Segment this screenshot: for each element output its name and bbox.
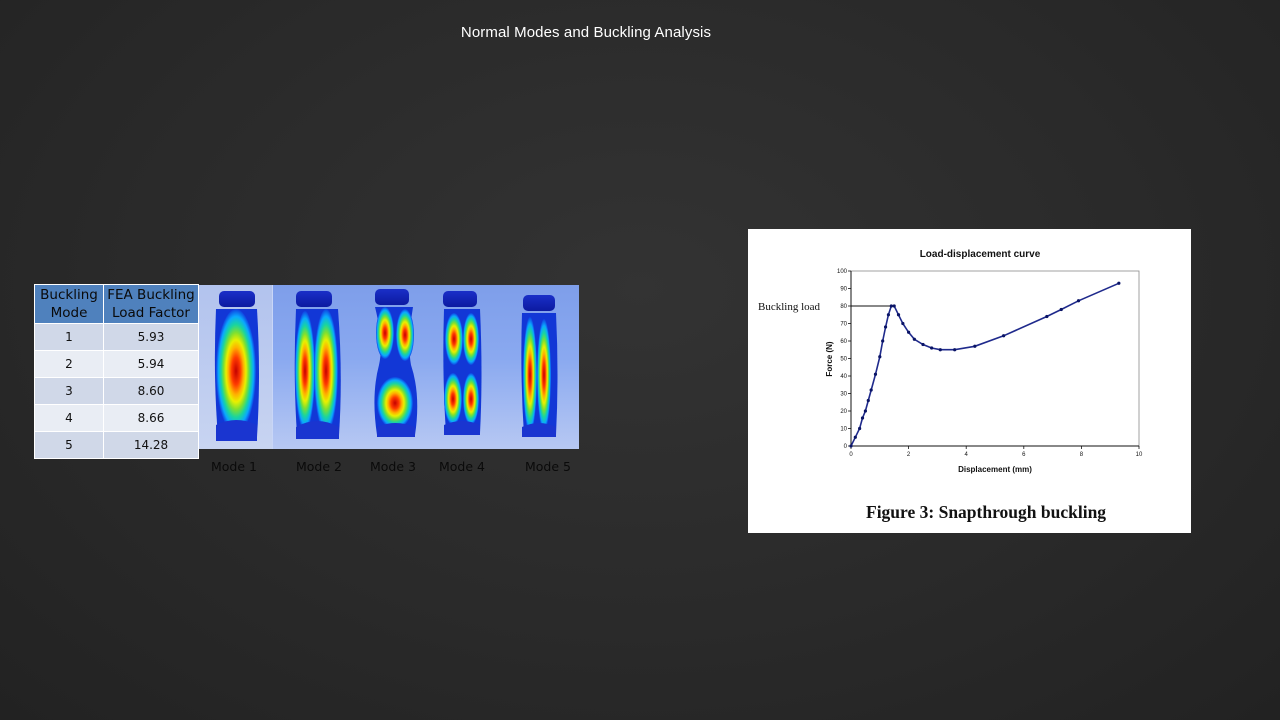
slide-title: Normal Modes and Buckling Analysis <box>460 24 712 41</box>
data-point <box>866 398 870 403</box>
factor-cell: 14.28 <box>103 431 199 459</box>
mode-shapes-image <box>199 285 579 449</box>
mode-label: Mode 2 <box>296 459 342 474</box>
data-point <box>896 313 901 317</box>
mode-label: Mode 4 <box>439 459 485 474</box>
x-tick-label: 10 <box>1136 452 1143 458</box>
load-displacement-chart: Load-displacement curve Buckling load Di… <box>758 249 1143 474</box>
data-point <box>921 342 925 347</box>
series-line <box>850 282 1120 447</box>
y-tick-label: 20 <box>840 409 847 415</box>
table-row: 5 14.28 <box>34 431 199 459</box>
mode-2-shape <box>294 291 341 439</box>
factor-cell: 5.94 <box>103 350 199 378</box>
data-point <box>860 416 865 420</box>
factor-cell: 5.93 <box>103 323 199 351</box>
header-buckling-mode: Buckling Mode <box>34 284 104 324</box>
chart-title: Load-displacement curve <box>920 249 1041 260</box>
mode-cell: 3 <box>34 377 104 405</box>
mode-cell: 2 <box>34 350 104 378</box>
data-point <box>930 346 934 350</box>
y-tick-label: 70 <box>840 322 847 328</box>
y-tick-label: 60 <box>840 339 847 345</box>
data-point <box>953 348 957 352</box>
x-axis-label: Displacement (mm) <box>958 465 1032 474</box>
y-tick-label: 90 <box>840 287 847 293</box>
data-point <box>849 444 853 448</box>
table-row: 3 8.60 <box>34 377 199 405</box>
data-point <box>1117 281 1121 285</box>
data-point <box>869 388 873 392</box>
header-mode-line-2: Mode <box>50 305 88 321</box>
header-load-factor: FEA Buckling Load Factor <box>103 284 199 324</box>
data-point <box>901 321 905 326</box>
data-point <box>889 304 893 308</box>
data-point <box>873 372 878 376</box>
data-point <box>912 337 916 341</box>
table-row: 2 5.94 <box>34 350 199 378</box>
data-point <box>878 355 882 359</box>
data-point <box>1076 299 1081 303</box>
mode-cell: 4 <box>34 404 104 432</box>
mode-shapes-svg <box>214 289 558 441</box>
y-tick-label: 30 <box>840 392 847 398</box>
header-factor-line-2: Load Factor <box>111 305 190 321</box>
plot-frame <box>850 270 1140 447</box>
data-point <box>881 339 885 343</box>
y-tick-label: 100 <box>837 269 848 275</box>
data-point <box>1045 314 1049 319</box>
x-tick-label: 0 <box>849 452 853 458</box>
x-tick-label: 4 <box>965 452 969 458</box>
data-point <box>853 435 857 439</box>
y-axis-label: Force (N) <box>825 341 834 376</box>
table-header-row: Buckling Mode FEA Buckling Load Factor <box>34 284 199 324</box>
data-point <box>1059 307 1063 312</box>
mode-1-shape <box>214 291 259 441</box>
data-point <box>973 344 977 348</box>
data-point <box>907 330 911 334</box>
data-point <box>863 409 867 413</box>
table-row: 1 5.93 <box>34 323 199 351</box>
mode-cell: 1 <box>34 323 104 351</box>
header-mode-line-1: Buckling <box>40 287 98 303</box>
x-tick-label: 2 <box>907 452 911 458</box>
data-point <box>1002 334 1006 338</box>
y-tick-label: 40 <box>840 374 847 380</box>
buckling-table: Buckling Mode FEA Buckling Load Factor 1… <box>34 284 199 459</box>
y-tick-label: 0 <box>844 444 848 450</box>
mode-5-shape <box>521 295 558 437</box>
header-factor-line-1: FEA Buckling <box>107 287 195 303</box>
y-tick-label: 80 <box>840 304 847 310</box>
factor-cell: 8.66 <box>103 404 199 432</box>
table-row: 4 8.66 <box>34 404 199 432</box>
y-tick-label: 50 <box>840 357 847 363</box>
data-point <box>886 313 891 317</box>
x-tick-label: 8 <box>1080 452 1084 458</box>
chart-card: Load-displacement curve Buckling load Di… <box>748 229 1191 533</box>
mode-label: Mode 3 <box>370 459 416 474</box>
mode-cell: 5 <box>34 431 104 459</box>
y-tick-label: 10 <box>840 427 847 433</box>
mode-label: Mode 1 <box>211 459 257 474</box>
factor-cell: 8.60 <box>103 377 199 405</box>
mode-3-shape <box>374 289 418 437</box>
data-point <box>883 325 888 329</box>
data-point <box>892 304 896 308</box>
mode-4-shape <box>443 291 482 435</box>
data-point <box>858 426 862 431</box>
data-point <box>938 348 942 352</box>
buckling-load-label: Buckling load <box>758 301 821 313</box>
figure-caption: Figure 3: Snapthrough buckling <box>866 502 1107 522</box>
x-tick-label: 6 <box>1022 452 1026 458</box>
mode-label: Mode 5 <box>525 459 571 474</box>
